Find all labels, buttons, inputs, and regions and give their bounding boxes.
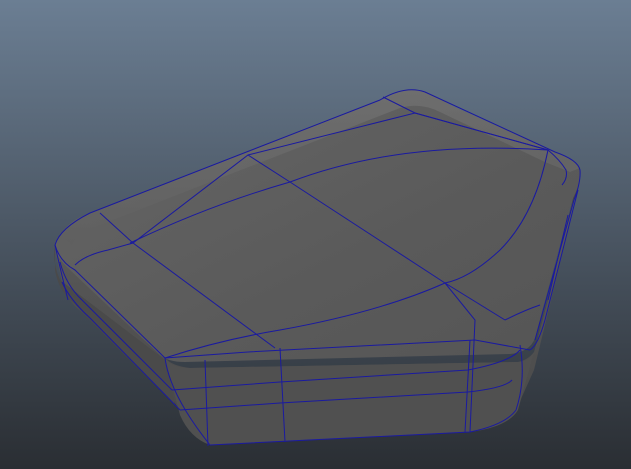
viewport-canvas[interactable] (0, 0, 631, 469)
3d-viewport[interactable] (0, 0, 631, 469)
